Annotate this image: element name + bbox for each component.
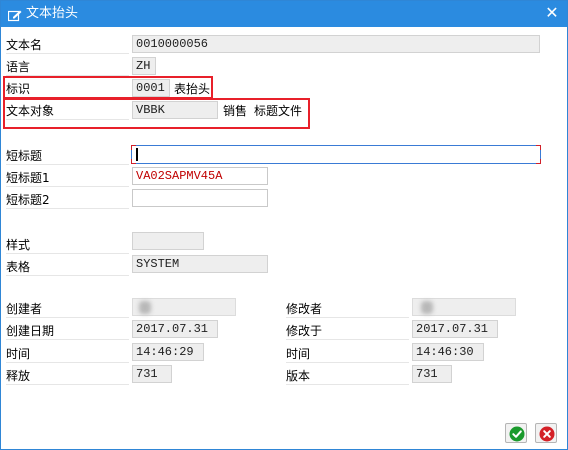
divider xyxy=(286,384,409,385)
created-time-field: 14:46:29 xyxy=(132,343,204,361)
divider xyxy=(6,53,129,54)
highlight-box-id xyxy=(3,76,213,99)
form-field: SYSTEM xyxy=(132,255,268,273)
focus-corner xyxy=(536,159,541,164)
divider xyxy=(6,275,129,276)
changed-by-label: 修改者 xyxy=(286,302,323,316)
created-date-label: 创建日期 xyxy=(6,324,55,338)
created-date-field: 2017.07.31 xyxy=(132,320,218,338)
short-title-label: 短标题 xyxy=(6,149,43,163)
style-field xyxy=(132,232,204,250)
short-title-input[interactable] xyxy=(131,145,541,164)
divider xyxy=(6,384,129,385)
dialog-window: 文本抬头 ✕ 文本名 0010000056 语言 ZH 标识 0001 表抬头 … xyxy=(0,0,568,450)
created-by-label: 创建者 xyxy=(6,302,43,316)
created-by-field-redacted xyxy=(132,298,236,316)
title-bar: 文本抬头 ✕ xyxy=(1,1,567,27)
changed-by-field-redacted xyxy=(412,298,516,316)
checkmark-icon xyxy=(509,426,525,442)
window-title: 文本抬头 xyxy=(26,6,79,21)
focus-corner xyxy=(131,145,136,150)
short-title1-input[interactable]: VA02SAPMV45A xyxy=(132,167,268,185)
style-label: 样式 xyxy=(6,238,31,252)
version-field: 731 xyxy=(412,365,452,383)
changed-on-label: 修改于 xyxy=(286,324,323,338)
language-field: ZH xyxy=(132,57,156,75)
cancel-button[interactable] xyxy=(535,423,557,443)
form-label: 表格 xyxy=(6,260,31,274)
version-label: 版本 xyxy=(286,369,311,383)
changed-time-field: 14:46:30 xyxy=(412,343,484,361)
highlight-box-text-object xyxy=(3,98,310,129)
close-icon[interactable]: ✕ xyxy=(544,5,560,21)
redaction-blur xyxy=(139,301,151,314)
divider xyxy=(286,317,409,318)
short-title2-input[interactable] xyxy=(132,189,268,207)
confirm-button[interactable] xyxy=(505,423,527,443)
divider xyxy=(6,362,129,363)
cancel-icon xyxy=(539,426,555,442)
created-time-label: 时间 xyxy=(6,347,31,361)
divider xyxy=(6,186,129,187)
release-label: 释放 xyxy=(6,369,31,383)
divider xyxy=(6,253,129,254)
edit-document-icon xyxy=(7,7,22,22)
redaction-blur xyxy=(421,301,433,314)
text-name-label: 文本名 xyxy=(6,38,43,52)
divider xyxy=(6,339,129,340)
divider xyxy=(6,208,129,209)
text-cursor xyxy=(136,148,138,161)
focus-corner xyxy=(536,145,541,150)
changed-on-field: 2017.07.31 xyxy=(412,320,498,338)
short-title1-label: 短标题1 xyxy=(6,171,50,185)
release-field: 731 xyxy=(132,365,172,383)
changed-time-label: 时间 xyxy=(286,347,311,361)
divider xyxy=(286,362,409,363)
short-title2-label: 短标题2 xyxy=(6,193,50,207)
focus-corner xyxy=(131,159,136,164)
text-name-field: 0010000056 xyxy=(132,35,540,53)
divider xyxy=(286,339,409,340)
divider xyxy=(6,164,129,165)
divider xyxy=(6,317,129,318)
language-label: 语言 xyxy=(6,60,31,74)
